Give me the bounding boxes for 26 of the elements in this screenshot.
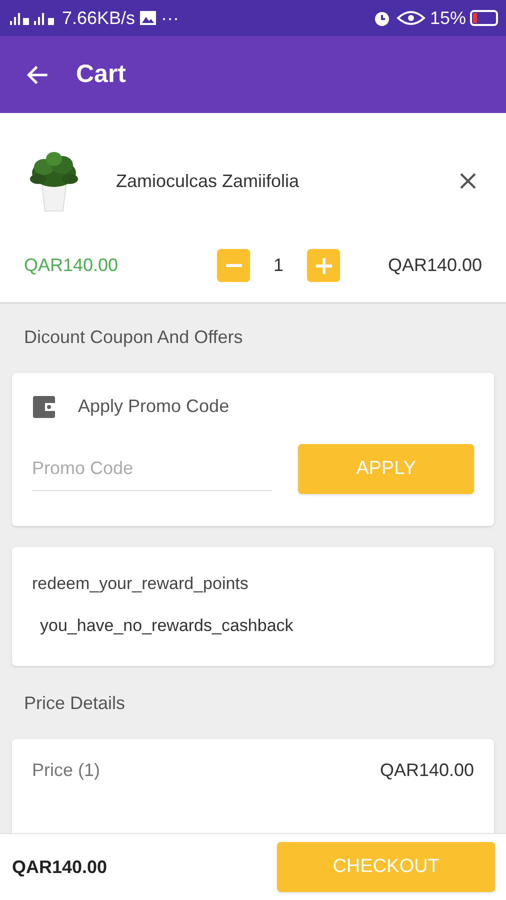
unit-price: QAR140.00 bbox=[24, 254, 120, 277]
promo-code-field[interactable]: Promo Code bbox=[32, 447, 272, 491]
section-heading: Price Details bbox=[23, 692, 126, 715]
cart-total: QAR140.00 bbox=[12, 856, 108, 878]
image-icon bbox=[139, 10, 158, 26]
minus-icon bbox=[226, 264, 242, 268]
section-heading: Dicount Coupon And Offers bbox=[23, 326, 244, 349]
apply-button[interactable]: APPLY bbox=[298, 444, 474, 494]
network-speed: 7.66KB/s bbox=[62, 6, 136, 30]
screen-title: Cart bbox=[76, 58, 126, 90]
rewards-title: redeem_your_reward_points bbox=[32, 573, 250, 595]
battery-percent: 15% bbox=[430, 6, 466, 30]
battery-icon bbox=[470, 10, 498, 26]
checkout-button[interactable]: CHECKOUT bbox=[277, 842, 495, 892]
eye-icon bbox=[396, 10, 426, 26]
wallet-icon bbox=[32, 394, 58, 418]
price-label: Price (1) bbox=[32, 759, 100, 782]
product-name: Zamioculcas Zamiifolia bbox=[116, 170, 300, 192]
rewards-message: you_have_no_rewards_cashback bbox=[40, 614, 294, 636]
more-notifications: ··· bbox=[161, 6, 180, 30]
plus-icon bbox=[316, 258, 332, 274]
quantity: 1 bbox=[272, 254, 284, 277]
price-value: QAR140.00 bbox=[380, 759, 474, 782]
close-icon bbox=[458, 171, 478, 191]
promo-title: Apply Promo Code bbox=[78, 395, 230, 418]
item-total: QAR140.00 bbox=[388, 254, 482, 277]
